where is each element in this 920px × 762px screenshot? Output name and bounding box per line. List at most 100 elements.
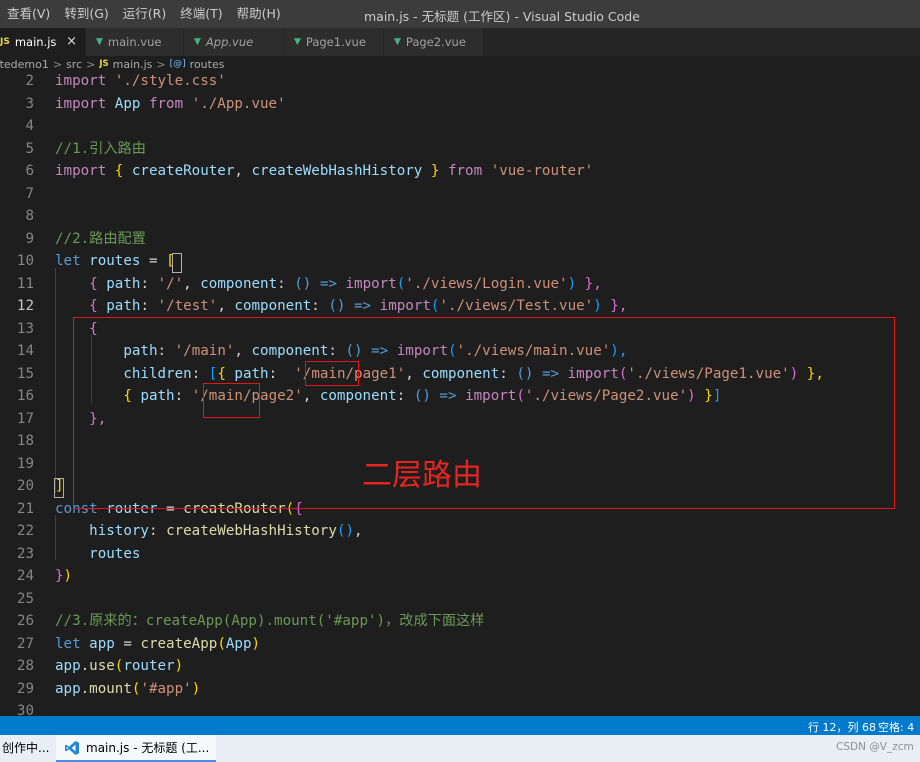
line-number: 15 bbox=[16, 365, 34, 382]
code-line: 13 { bbox=[0, 318, 920, 341]
line-number: 17 bbox=[16, 410, 34, 427]
breadcrumb-symbol[interactable]: routes bbox=[190, 58, 225, 71]
code-line: 8 bbox=[0, 205, 920, 228]
js-file-icon: JS bbox=[99, 59, 109, 69]
tab-page2-vue[interactable]: ▼ Page2.vue bbox=[384, 28, 484, 56]
line-number: 11 bbox=[16, 275, 34, 292]
line-number: 26 bbox=[16, 613, 34, 629]
taskbar-item-writing[interactable]: 创作中... bbox=[0, 735, 52, 762]
code-line: 30 bbox=[0, 700, 920, 716]
line-number: 6 bbox=[25, 163, 34, 179]
menu-bar: 查看(V) 转到(G) 运行(R) 终端(T) 帮助(H) bbox=[0, 0, 288, 28]
breadcrumb-folder[interactable]: vitedemo1 bbox=[0, 58, 49, 71]
breadcrumb: vitedemo1 > src > JS main.js > [@] route… bbox=[0, 56, 920, 72]
tab-label: App.vue bbox=[205, 35, 254, 49]
code-line: 24}) bbox=[0, 565, 920, 588]
tab-main-vue[interactable]: ▼ main.vue bbox=[86, 28, 184, 56]
line-number: 18 bbox=[16, 433, 34, 449]
line-number: 25 bbox=[16, 590, 34, 607]
code-line: 7 bbox=[0, 183, 920, 206]
chevron-right-icon: > bbox=[156, 57, 166, 71]
line-number: 13 bbox=[16, 320, 34, 337]
code-line: 5//1.引入路由 bbox=[0, 138, 920, 161]
line-number: 29 bbox=[16, 680, 34, 697]
line-number: 4 bbox=[25, 118, 34, 134]
line-number: 8 bbox=[25, 208, 34, 224]
line-number: 21 bbox=[16, 500, 34, 517]
window-title: main.js - 无标题 (工作区) - Visual Studio Code bbox=[364, 9, 640, 24]
code-line: 22 history: createWebHashHistory(), bbox=[0, 520, 920, 543]
code-line: 11 { path: '/', component: () => import(… bbox=[0, 273, 920, 296]
tab-app-vue[interactable]: ▼ App.vue bbox=[184, 28, 284, 56]
line-number: 14 bbox=[16, 343, 34, 359]
code-line: 15 children: [{ path: '/main/page1', com… bbox=[0, 363, 920, 386]
line-number: 3 bbox=[25, 95, 34, 112]
tab-label: main.js bbox=[14, 35, 57, 49]
annotation-label: 二层路由 bbox=[362, 458, 482, 493]
menu-go[interactable]: 转到(G) bbox=[57, 0, 115, 28]
code-line: 17 }, bbox=[0, 408, 920, 431]
line-number: 10 bbox=[16, 253, 34, 269]
code-line: 10 let routes = [ bbox=[0, 250, 920, 273]
code-line: 28 app.use(router) bbox=[0, 655, 920, 678]
code-line: 29 app.mount('#app') bbox=[0, 678, 920, 701]
vue-file-icon: ▼ bbox=[96, 37, 103, 47]
menu-help[interactable]: 帮助(H) bbox=[230, 0, 288, 28]
code-line: 4 bbox=[0, 115, 920, 138]
vue-file-icon: ▼ bbox=[294, 37, 301, 47]
chevron-right-icon: > bbox=[86, 57, 96, 71]
code-line: 26//3.原来的：createApp(App).mount('#app')，改… bbox=[0, 610, 920, 633]
line-number: 5 bbox=[25, 140, 34, 157]
line-number: 2 bbox=[25, 73, 34, 89]
os-taskbar: 创作中... main.js - 无标题 (工... CSDN @V_zcm bbox=[0, 735, 920, 762]
code-line: 12 { path: '/test', component: () => imp… bbox=[0, 295, 920, 318]
line-number: 24 bbox=[16, 568, 34, 584]
code-line: 9//2.路由配置 bbox=[0, 228, 920, 251]
line-number: 7 bbox=[25, 185, 34, 202]
close-icon[interactable]: × bbox=[66, 34, 77, 49]
editor-tab-bar: JS main.js × ▼ main.vue ▼ App.vue ▼ Page… bbox=[0, 28, 920, 56]
code-line: 6 import { createRouter, createWebHashHis… bbox=[0, 160, 920, 183]
menu-view[interactable]: 查看(V) bbox=[0, 0, 57, 28]
code-line: 23 routes bbox=[0, 543, 920, 566]
chevron-right-icon: > bbox=[52, 57, 63, 71]
status-bar: 行 12，列 68 空格: 4 bbox=[0, 716, 920, 735]
watermark: CSDN @V_zcm bbox=[836, 741, 914, 753]
status-indentation[interactable]: 空格: 4 bbox=[878, 719, 914, 735]
tab-label: Page1.vue bbox=[305, 35, 366, 49]
code-editor[interactable]: 2 import './style.css' 3 import App from '… bbox=[0, 72, 920, 716]
line-number: 23 bbox=[16, 545, 34, 562]
code-line: 16 { path: '/main/page2', component: () … bbox=[0, 385, 920, 408]
vue-file-icon: ▼ bbox=[394, 37, 401, 47]
variable-symbol-icon: [@] bbox=[169, 59, 186, 69]
line-number: 9 bbox=[25, 230, 34, 247]
code-line: 27 let app = createApp(App) bbox=[0, 633, 920, 656]
line-number: 30 bbox=[16, 703, 34, 716]
taskbar-item-vscode[interactable]: main.js - 无标题 (工... bbox=[56, 735, 216, 762]
code-line: 25 bbox=[0, 588, 920, 611]
title-bar: 查看(V) 转到(G) 运行(R) 终端(T) 帮助(H) main.js - … bbox=[0, 0, 920, 28]
tab-label: main.vue bbox=[107, 35, 162, 49]
code-line: 3 import App from './App.vue' bbox=[0, 93, 920, 116]
status-cursor-position[interactable]: 行 12，列 68 bbox=[808, 719, 876, 735]
taskbar-item-label: main.js - 无标题 (工... bbox=[86, 741, 210, 755]
vscode-logo-icon bbox=[65, 740, 79, 755]
code-line: 14 path: '/main', component: () => impor… bbox=[0, 340, 920, 363]
tab-main-js[interactable]: JS main.js × bbox=[0, 28, 86, 56]
menu-run[interactable]: 运行(R) bbox=[116, 0, 173, 28]
line-number: 28 bbox=[16, 658, 34, 674]
menu-terminal[interactable]: 终端(T) bbox=[173, 0, 229, 28]
line-number: 19 bbox=[16, 455, 34, 472]
tab-page1-vue[interactable]: ▼ Page1.vue bbox=[284, 28, 384, 56]
line-number: 27 bbox=[16, 635, 34, 652]
code-line: 2 import './style.css' bbox=[0, 72, 920, 93]
line-number: 16 bbox=[16, 388, 34, 404]
line-number: 20 bbox=[16, 478, 34, 494]
breadcrumb-file[interactable]: main.js bbox=[113, 58, 153, 71]
line-number: 22 bbox=[16, 523, 34, 539]
code-line: 21 const router = createRouter({ bbox=[0, 498, 920, 521]
js-file-icon: JS bbox=[0, 37, 10, 47]
tab-label: Page2.vue bbox=[405, 35, 466, 49]
vue-file-icon: ▼ bbox=[194, 37, 201, 47]
breadcrumb-src[interactable]: src bbox=[66, 58, 82, 71]
